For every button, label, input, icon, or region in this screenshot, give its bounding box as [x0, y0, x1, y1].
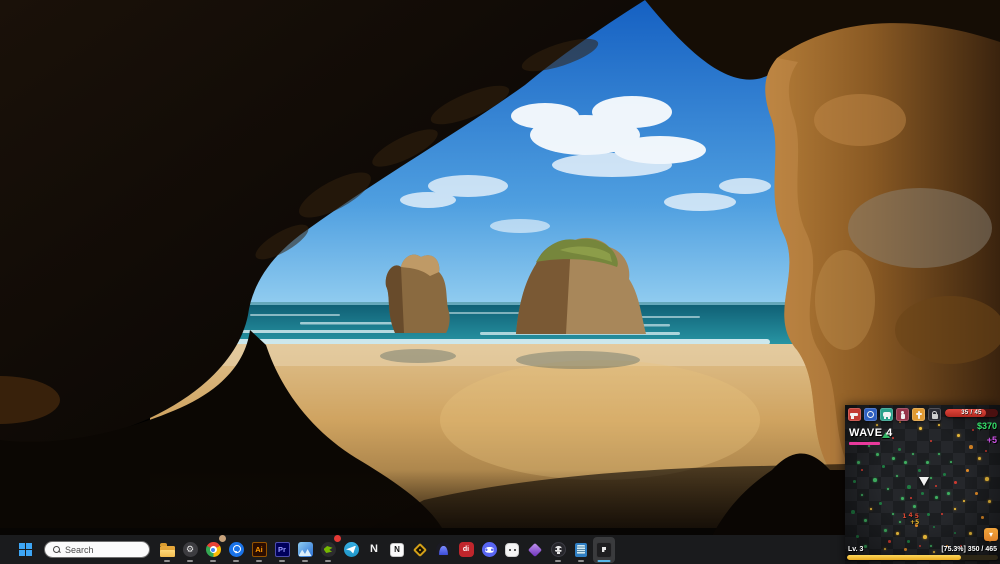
discord-icon: [482, 542, 497, 557]
running-indicator: [187, 560, 193, 562]
game-window[interactable]: 145+5 35 / 45 $370 +5 WAVE 4 ▾ Lv. 3 [75…: [845, 405, 1000, 564]
running-indicator: [325, 560, 331, 562]
game-app-icon: [596, 542, 612, 558]
running-indicator: [598, 560, 611, 562]
search-input[interactable]: Search: [44, 541, 150, 558]
telegram-icon: [344, 542, 359, 557]
photos-icon: [298, 542, 313, 557]
running-indicator: [233, 560, 239, 562]
desktop: Search ⚙ Ai Pr N Ndi 145+5 35 / 45 $370 +5 W…: [0, 0, 1000, 564]
taskbar-app-discord[interactable]: [478, 537, 500, 563]
running-indicator: [256, 560, 262, 562]
taskbar-app-icons: ⚙ Ai Pr N Ndi: [156, 537, 615, 563]
taskbar-app-arc-browser[interactable]: [432, 537, 454, 563]
taskbar-app-maps[interactable]: [225, 537, 247, 563]
running-indicator: [302, 560, 308, 562]
boxed-n-icon: N: [390, 543, 404, 557]
illustrator-icon: Ai: [252, 542, 267, 557]
premiere-icon: Pr: [275, 542, 290, 557]
taskbar-app-file-explorer[interactable]: [156, 537, 178, 563]
windows-logo-icon: [19, 543, 32, 556]
running-indicator: [279, 560, 285, 562]
taskbar-app-photos[interactable]: [294, 537, 316, 563]
search-icon: [53, 546, 60, 553]
gold-diamond-icon: [413, 542, 427, 556]
chrome-icon: [206, 542, 221, 557]
search-placeholder: Search: [65, 545, 94, 555]
taskbar-app-illustrator[interactable]: Ai: [248, 537, 270, 563]
running-indicator: [578, 560, 584, 562]
taskbar-app-white-face-app[interactable]: [501, 537, 523, 563]
maps-pin-icon: [229, 542, 244, 557]
taskbar-app-purple-gem-app[interactable]: [524, 537, 546, 563]
arc-browser-icon: [436, 542, 451, 557]
running-indicator: [164, 560, 170, 562]
collapse-overlay-button[interactable]: ▾: [984, 528, 998, 541]
taskbar-app-game-window-app[interactable]: [593, 537, 615, 563]
taskbar-app-gold-diamond-app[interactable]: [409, 537, 431, 563]
running-indicator: [555, 560, 561, 562]
taskbar-app-boxed-n-app[interactable]: N: [386, 537, 408, 563]
taskbar-app-telegram[interactable]: [340, 537, 362, 563]
taskbar-app-notion[interactable]: N: [363, 537, 385, 563]
purple-gem-icon: [528, 542, 542, 556]
geforce-icon: [321, 542, 336, 557]
skull-icon: [551, 542, 566, 557]
start-button[interactable]: [12, 538, 38, 562]
taskbar-app-geforce[interactable]: [317, 537, 339, 563]
file-explorer-icon: [160, 546, 175, 557]
taskbar-app-premiere[interactable]: Pr: [271, 537, 293, 563]
gog-galaxy-icon: ⚙: [183, 542, 198, 557]
running-indicator: [210, 560, 216, 562]
taskbar-app-gog-galaxy[interactable]: ⚙: [179, 537, 201, 563]
taskbar-app-notebook-app[interactable]: [570, 537, 592, 563]
red-di-icon: di: [459, 542, 474, 557]
taskbar-app-chrome[interactable]: [202, 537, 224, 563]
taskbar-app-red-di-app[interactable]: di: [455, 537, 477, 563]
taskbar-app-skull-app[interactable]: [547, 537, 569, 563]
game-vignette: [845, 405, 1000, 564]
notebook-icon: [575, 543, 587, 557]
white-face-icon: [505, 543, 519, 557]
notion-icon: N: [370, 544, 378, 555]
